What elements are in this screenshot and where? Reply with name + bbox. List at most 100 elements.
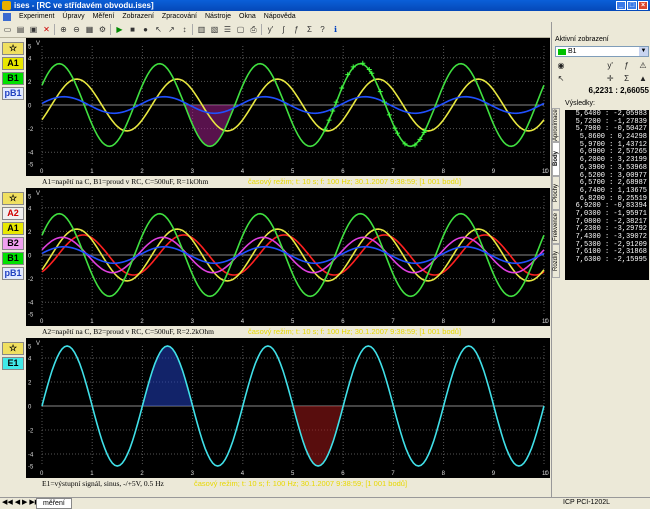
save-icon[interactable]: ▣ bbox=[28, 24, 39, 35]
chart-panel-2[interactable]: 5 4 2 0 -2 -4 -5 V 0 1 2 3 4 5 6 7 8 9 10 t bbox=[26, 188, 550, 326]
panel-caption: E1=výstupní signál, sinus, -/+5V, 0.5 Hz… bbox=[26, 478, 550, 489]
chart-panel-1[interactable]: 5 4 2 0 -2 -4 -5 V 0 1 2 3 4 5 6 7 8 9 10 t bbox=[26, 38, 550, 176]
function-icon[interactable]: ƒ bbox=[291, 24, 302, 35]
y-tick-label: 2 bbox=[28, 80, 32, 86]
x-tick-label: 7 bbox=[391, 319, 395, 325]
zoom-in-icon[interactable]: ⊕ bbox=[58, 24, 69, 35]
app-icon bbox=[2, 1, 11, 10]
y-tick-label: -2 bbox=[28, 127, 34, 133]
arrows-icon[interactable]: ↕ bbox=[179, 24, 190, 35]
warning-icon[interactable]: ⚠ bbox=[637, 60, 649, 72]
y-tick-label: 5 bbox=[28, 195, 32, 201]
cursor-icon[interactable]: ↖ bbox=[153, 24, 164, 35]
tab-frekvence[interactable]: Frekvence bbox=[552, 210, 560, 244]
derivative-icon[interactable]: y' bbox=[265, 24, 276, 35]
sum-icon[interactable]: Σ bbox=[621, 73, 633, 85]
tab-rozdily[interactable]: Rozdíly bbox=[552, 244, 560, 278]
sum-icon[interactable]: Σ bbox=[304, 24, 315, 35]
channel-description: A2=napětí na C, B2=proud v RC, C=500uF, … bbox=[42, 327, 214, 336]
blank-icon bbox=[588, 60, 600, 72]
tab-aproximace[interactable]: Aproximace bbox=[552, 108, 560, 142]
right-panel: Aktivní zobrazení B1 ▼ ◉ y' ƒ ⚠ ↖ ✛ Σ ▲ … bbox=[551, 22, 650, 497]
favorite-icon[interactable]: ☆ bbox=[2, 192, 24, 205]
close-button[interactable]: × bbox=[638, 1, 648, 10]
print-icon[interactable]: ⎙ bbox=[248, 24, 259, 35]
favorite-icon[interactable]: ☆ bbox=[2, 342, 24, 355]
x-tick-label: 1 bbox=[90, 319, 94, 325]
stop-icon[interactable]: ■ bbox=[127, 24, 138, 35]
favorite-icon[interactable]: ☆ bbox=[2, 42, 24, 55]
minimize-button[interactable]: _ bbox=[616, 1, 626, 10]
active-view-select[interactable]: B1 ▼ bbox=[555, 46, 649, 57]
menu-upravy[interactable]: Úpravy bbox=[62, 13, 84, 20]
tab-plochy[interactable]: Plochy bbox=[552, 176, 560, 210]
menu-okna[interactable]: Okna bbox=[239, 13, 256, 20]
channel-button-pb1[interactable]: pB1 bbox=[2, 267, 24, 280]
channel-button-pb1[interactable]: pB1 bbox=[2, 87, 24, 100]
x-tick-label: 4 bbox=[241, 169, 245, 175]
info-icon[interactable]: ℹ bbox=[330, 24, 341, 35]
open-icon[interactable]: ▤ bbox=[15, 24, 26, 35]
triangle-icon[interactable]: ▲ bbox=[637, 73, 649, 85]
chevron-down-icon[interactable]: ▼ bbox=[639, 47, 648, 56]
status-bar: ◀◀ ◀ ▶ ▶▶ měření ICP PCI-1202L bbox=[0, 497, 650, 509]
x-tick-label: 4 bbox=[241, 319, 245, 325]
integral-icon[interactable]: ∫ bbox=[278, 24, 289, 35]
grid-icon[interactable]: ▦ bbox=[84, 24, 95, 35]
x-tick-label: 3 bbox=[191, 169, 195, 175]
eye-icon[interactable]: ◉ bbox=[555, 60, 567, 72]
acquisition-mode: časový režim; t: 10 s; f: 100 Hz; 30.1.2… bbox=[248, 177, 462, 186]
menu-napoveda[interactable]: Nápověda bbox=[264, 13, 296, 20]
title-bar: ises - [RC ve střídavém obvodu.ises] _ □… bbox=[0, 0, 650, 11]
channel-button-a2[interactable]: A2 bbox=[2, 207, 24, 220]
pointer-icon[interactable]: ↖ bbox=[555, 73, 567, 85]
active-view-label: Aktivní zobrazení bbox=[555, 36, 609, 43]
channel-button-b1[interactable]: B1 bbox=[2, 252, 24, 265]
y-tick-label: -5 bbox=[28, 313, 34, 319]
channel-button-a1[interactable]: A1 bbox=[2, 222, 24, 235]
channel-button-e1[interactable]: E1 bbox=[2, 357, 24, 370]
menu-zobrazeni[interactable]: Zobrazení bbox=[122, 13, 154, 20]
acquisition-mode: časový režim; t: 10 s; f: 100 Hz; 30.1.2… bbox=[248, 327, 462, 336]
x-tick-label: 5 bbox=[291, 169, 295, 175]
x-tick-label: 0 bbox=[40, 319, 44, 325]
menu-nastroje[interactable]: Nástroje bbox=[205, 13, 231, 20]
help-icon[interactable]: ? bbox=[317, 24, 328, 35]
settings-icon[interactable]: ⚙ bbox=[97, 24, 108, 35]
crosshair-icon[interactable]: ✛ bbox=[604, 73, 616, 85]
function-icon[interactable]: ƒ bbox=[621, 60, 633, 72]
channel-button-a1[interactable]: A1 bbox=[2, 57, 24, 70]
x-tick-label: 9 bbox=[492, 319, 496, 325]
derivative-icon[interactable]: y' bbox=[604, 60, 616, 72]
chart-panel-3[interactable]: 5 4 2 0 -2 -4 -5 V 0 1 2 3 4 5 6 7 8 9 10 t bbox=[26, 338, 550, 478]
run-icon[interactable]: ▶ bbox=[114, 24, 125, 35]
y-tick-label: 0 bbox=[28, 405, 32, 411]
channel-column: ☆ E1 bbox=[0, 338, 26, 489]
y-tick-label: 2 bbox=[28, 230, 32, 236]
new-icon[interactable]: ▭ bbox=[2, 24, 13, 35]
menu-mereni[interactable]: Měření bbox=[93, 13, 115, 20]
maximize-button[interactable]: □ bbox=[627, 1, 637, 10]
table-icon[interactable]: ▥ bbox=[196, 24, 207, 35]
y-tick-label: 4 bbox=[28, 357, 32, 363]
window-icon[interactable]: ▢ bbox=[235, 24, 246, 35]
chart-icon[interactable]: ▧ bbox=[209, 24, 220, 35]
measure-icon[interactable]: ↗ bbox=[166, 24, 177, 35]
zoom-out-icon[interactable]: ⊖ bbox=[71, 24, 82, 35]
menu-experiment[interactable]: Experiment bbox=[19, 13, 54, 20]
x-tick-label: 3 bbox=[191, 471, 195, 477]
channel-description: A1=napětí na C, B1=proud v RC, C=500uF, … bbox=[42, 177, 209, 186]
record-icon[interactable]: ● bbox=[140, 24, 151, 35]
channel-button-b2[interactable]: B2 bbox=[2, 237, 24, 250]
toolbar: ▭ ▤ ▣ ✕ ⊕ ⊖ ▦ ⚙ ▶ ■ ● ↖ ↗ ↕ ▥ ▧ ☰ ▢ ⎙ y'… bbox=[0, 22, 550, 38]
delete-icon[interactable]: ✕ bbox=[41, 24, 52, 35]
sheet-nav-icon[interactable]: ◀◀ ◀ ▶ ▶▶ bbox=[2, 498, 40, 507]
tab-body[interactable]: Body bbox=[552, 142, 560, 176]
list-icon[interactable]: ☰ bbox=[222, 24, 233, 35]
channel-button-b1[interactable]: B1 bbox=[2, 72, 24, 85]
result-row[interactable]: 7,6300 : -2,15995 bbox=[565, 256, 649, 265]
toolbar-separator bbox=[110, 24, 112, 35]
menu-zpracovani[interactable]: Zpracování bbox=[162, 13, 197, 20]
tab-mereni[interactable]: měření bbox=[36, 498, 72, 509]
active-view-value: B1 bbox=[568, 48, 577, 55]
